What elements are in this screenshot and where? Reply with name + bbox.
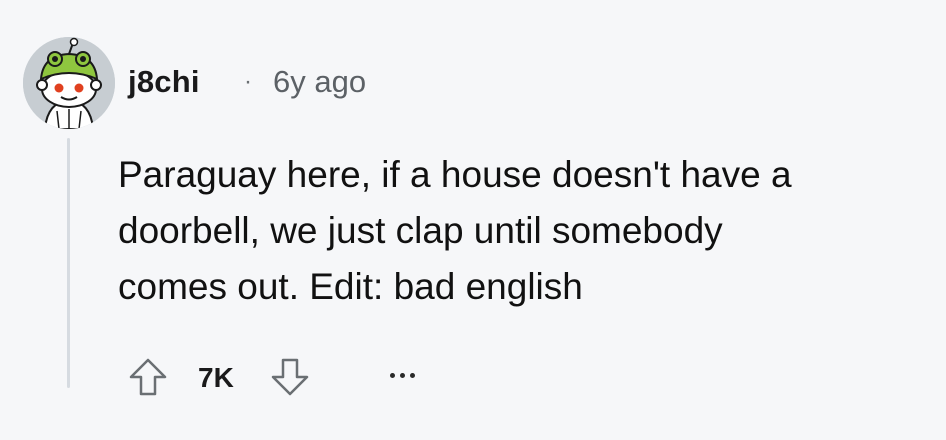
- comment-body-line: doorbell, we just clap until somebody: [118, 210, 723, 251]
- comment-body-line: Paraguay here, if a house doesn't have a: [118, 154, 792, 195]
- comment-body-line: comes out. Edit: bad english: [118, 266, 583, 307]
- thread-line[interactable]: [67, 138, 70, 388]
- downvote-button[interactable]: [268, 355, 312, 399]
- username[interactable]: j8chi: [128, 64, 200, 100]
- downvote-arrow-icon: [271, 358, 309, 396]
- vote-count: 7K: [198, 362, 234, 393]
- comment-actions: 7K: [126, 352, 446, 402]
- snoo-frog-hat-avatar-icon: [23, 37, 115, 129]
- meta-separator: ·: [244, 68, 252, 95]
- more-options-icon: [410, 373, 415, 378]
- more-options-icon: [390, 373, 395, 378]
- timestamp[interactable]: 6y ago: [273, 64, 366, 100]
- upvote-arrow-icon: [129, 358, 167, 396]
- comment-body: Paraguay here, if a house doesn't have a…: [118, 147, 918, 315]
- upvote-button[interactable]: [126, 355, 170, 399]
- more-options-button[interactable]: [384, 360, 424, 390]
- more-options-icon: [400, 373, 405, 378]
- comment: j8chi · 6y ago Paraguay here, if a house…: [0, 0, 946, 440]
- avatar[interactable]: [23, 37, 115, 129]
